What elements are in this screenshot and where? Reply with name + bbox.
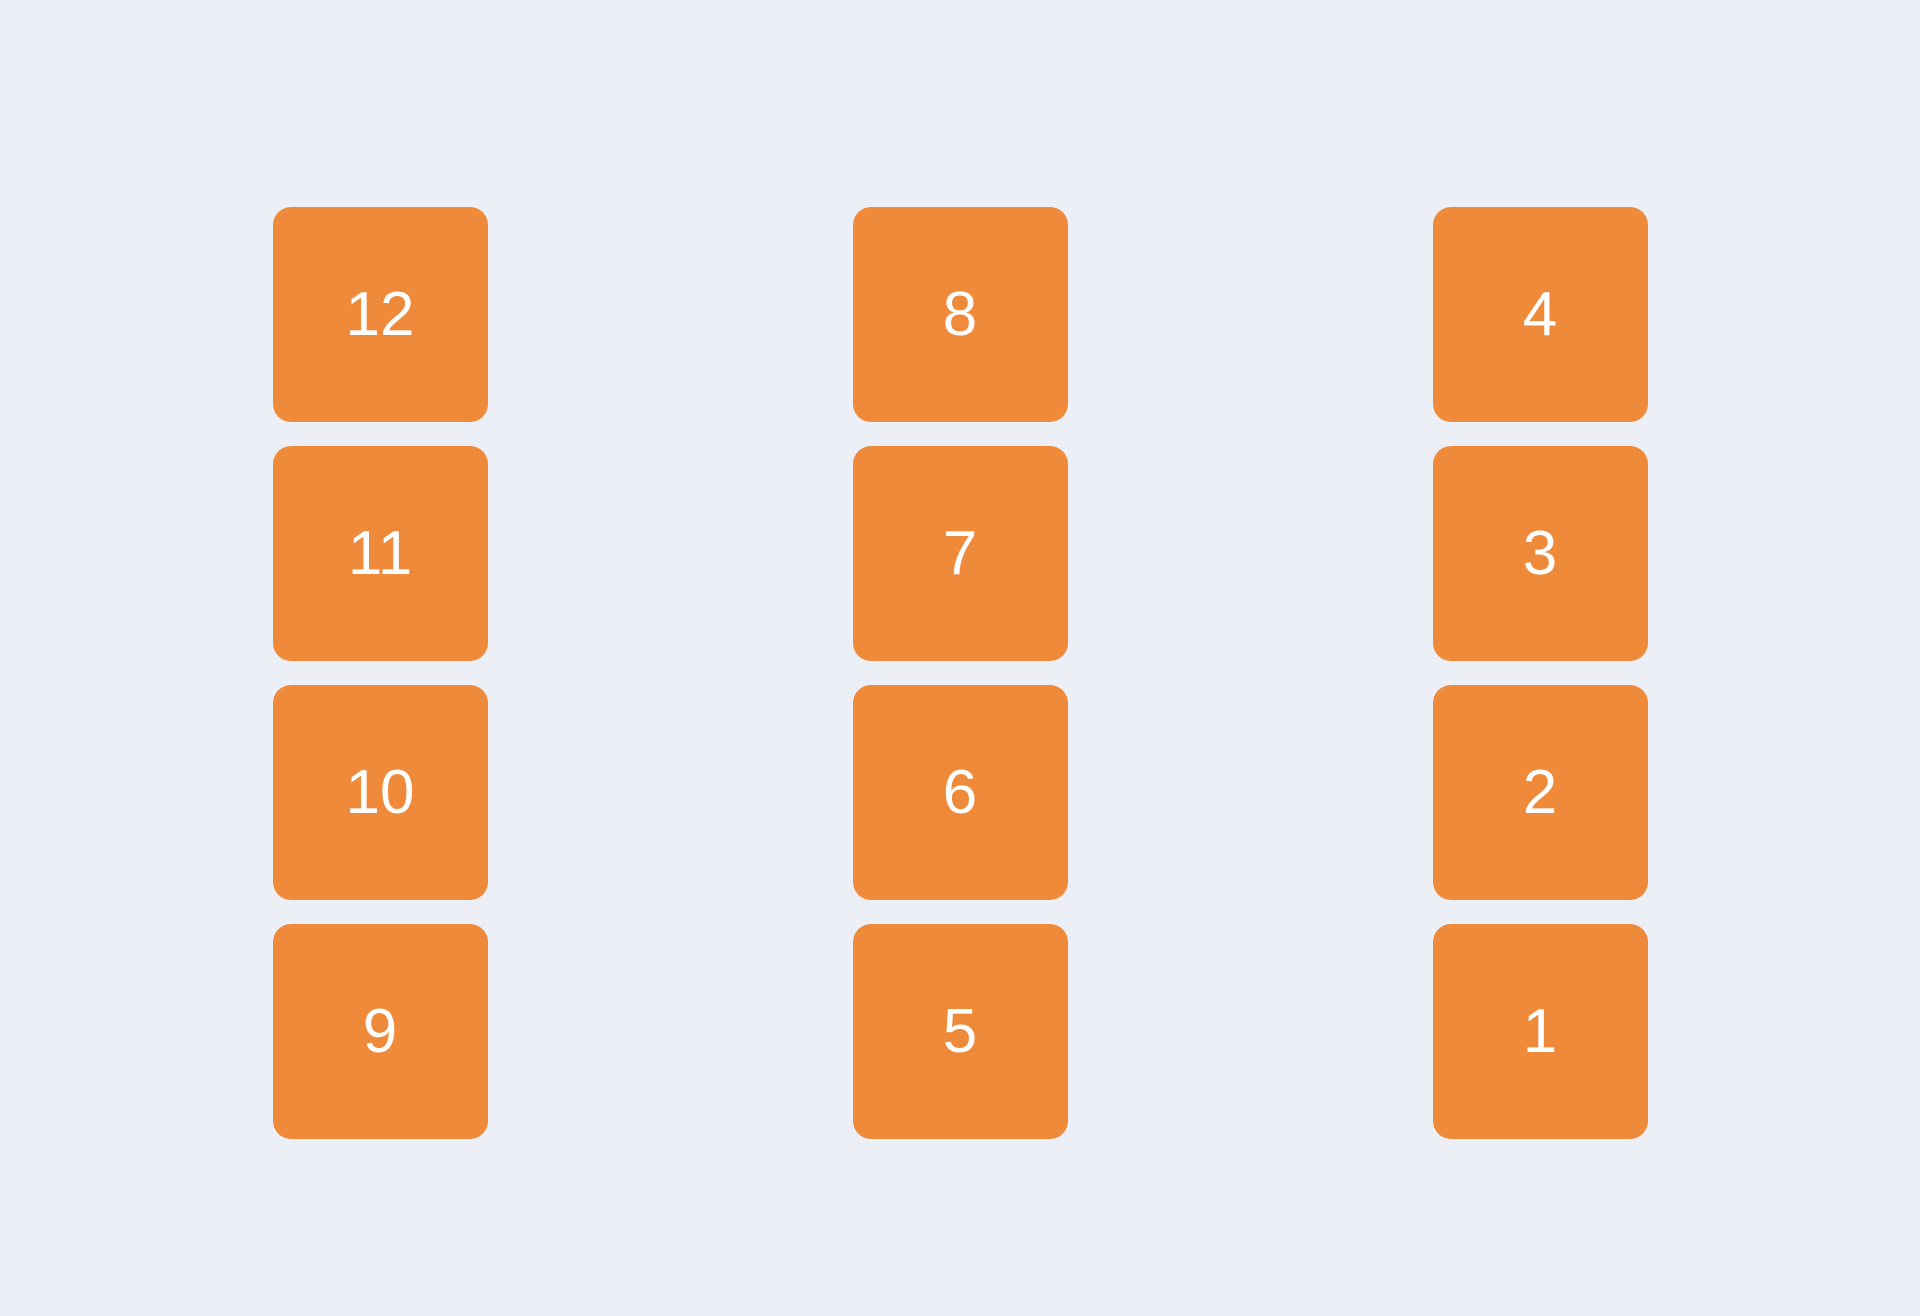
tile-label: 5 [943, 996, 977, 1067]
tile-label: 8 [943, 279, 977, 350]
tile-label: 1 [1523, 996, 1557, 1067]
column-1: 12 11 10 9 [273, 207, 488, 1139]
tile-label: 4 [1523, 279, 1557, 350]
tile-12[interactable]: 12 [273, 207, 488, 422]
tile-4[interactable]: 4 [1433, 207, 1648, 422]
column-3: 4 3 2 1 [1433, 207, 1648, 1139]
tile-6[interactable]: 6 [853, 685, 1068, 900]
tile-label: 6 [943, 757, 977, 828]
tile-5[interactable]: 5 [853, 924, 1068, 1139]
tile-10[interactable]: 10 [273, 685, 488, 900]
tile-7[interactable]: 7 [853, 446, 1068, 661]
tile-2[interactable]: 2 [1433, 685, 1648, 900]
tile-label: 3 [1523, 518, 1557, 589]
tile-1[interactable]: 1 [1433, 924, 1648, 1139]
tile-11[interactable]: 11 [273, 446, 488, 661]
tile-label: 10 [346, 757, 415, 828]
tile-grid: 12 11 10 9 8 7 6 5 4 3 [273, 177, 1648, 1139]
tile-8[interactable]: 8 [853, 207, 1068, 422]
tile-label: 2 [1523, 757, 1557, 828]
column-2: 8 7 6 5 [853, 207, 1068, 1139]
tile-label: 7 [943, 518, 977, 589]
tile-label: 9 [363, 996, 397, 1067]
tile-9[interactable]: 9 [273, 924, 488, 1139]
tile-label: 12 [346, 279, 415, 350]
tile-label: 11 [348, 518, 412, 589]
tile-3[interactable]: 3 [1433, 446, 1648, 661]
